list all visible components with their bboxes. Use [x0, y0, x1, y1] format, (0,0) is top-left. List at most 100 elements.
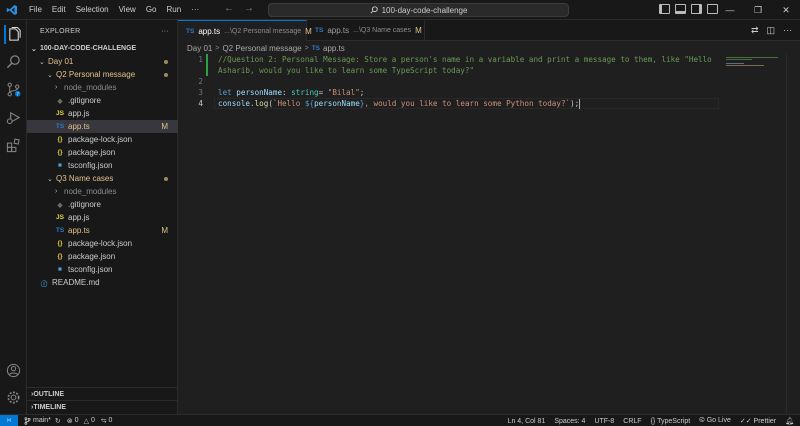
toggle-panel-icon[interactable]	[675, 4, 686, 14]
tree-file[interactable]: ■ tsconfig.json	[27, 263, 178, 276]
search-icon	[370, 6, 378, 14]
encoding[interactable]: UTF-8	[594, 418, 614, 425]
git-file-icon: ◆	[57, 201, 63, 209]
restore-icon[interactable]: ❐	[744, 0, 772, 20]
error-count: 0	[74, 417, 79, 424]
close-icon[interactable]: ✕	[772, 0, 800, 20]
split-editor-icon[interactable]: ◫	[766, 25, 775, 36]
tree-file[interactable]: {} package-lock.json	[27, 237, 178, 250]
tab-app-ts-q2[interactable]: TS app.ts ...\Q2 Personal message M	[178, 20, 312, 41]
menu-run[interactable]: Run	[161, 0, 186, 20]
tree-file[interactable]: JS app.js	[27, 211, 178, 224]
breadcrumb-folder[interactable]: Day 01	[187, 44, 212, 53]
tree-file[interactable]: ⓘ README.md	[27, 276, 178, 289]
menu-edit[interactable]: Edit	[47, 0, 71, 20]
timeline-section[interactable]: › TIMELINE	[27, 400, 178, 413]
notifications-bell-icon[interactable]: 🔔︎	[785, 417, 794, 425]
cursor-position[interactable]: Ln 4, Col 81	[508, 418, 546, 425]
go-live-button[interactable]: ⧀ Go Live	[699, 417, 731, 425]
tree-item-label: Q2 Personal message	[56, 70, 136, 79]
line-number: 4	[198, 99, 203, 108]
tree-file[interactable]: JS app.js	[27, 107, 178, 120]
compare-changes-icon[interactable]: ⇄	[751, 25, 759, 36]
template-string-token: `Hello	[272, 99, 305, 108]
tree-file[interactable]: TS app.ts M	[27, 120, 178, 133]
branch-icon	[24, 416, 31, 425]
tree-folder[interactable]: ⌄ Q3 Name cases	[27, 172, 178, 185]
explorer-header: EXPLORER ···	[27, 20, 177, 42]
breadcrumb-file[interactable]: app.ts	[323, 44, 345, 53]
line-ending[interactable]: CRLF	[623, 418, 641, 425]
tree-item-label: package.json	[68, 148, 116, 157]
modified-badge: M	[161, 122, 168, 131]
tab-app-ts-q3[interactable]: TS app.ts ...\Q3 Name cases M	[307, 20, 425, 41]
editor-scrollbar[interactable]	[786, 54, 800, 414]
tab-modified-badge: M	[415, 26, 422, 35]
prettier-status[interactable]: ✓✓ Prettier	[740, 417, 776, 425]
git-branch[interactable]: main*	[24, 416, 51, 425]
command-center-search[interactable]: 100-day-code-challenge	[268, 3, 569, 17]
ports-indicator[interactable]: ⥃ 0	[101, 417, 113, 425]
toggle-secondary-sidebar-icon[interactable]	[691, 4, 702, 14]
prettier-label: Prettier	[753, 418, 777, 425]
interpolation-variable-token: personName	[314, 99, 360, 108]
workspace-root[interactable]: ⌄ 100-DAY-CODE-CHALLENGE	[27, 42, 178, 55]
outline-section[interactable]: › OUTLINE	[27, 387, 178, 400]
explorer-more-icon[interactable]: ···	[161, 28, 169, 35]
tree-file[interactable]: ◆ .gitignore	[27, 198, 178, 211]
tree-item-label: Q3 Name cases	[56, 174, 114, 183]
tree-file[interactable]: ■ tsconfig.json	[27, 159, 178, 172]
tree-folder[interactable]: ⌄ Q2 Personal message	[27, 68, 178, 81]
tree-file[interactable]: TS app.ts M	[27, 224, 178, 237]
account-icon[interactable]	[4, 361, 23, 380]
problems-indicator[interactable]: ⊗ 0 △ 0	[67, 417, 95, 425]
menu-go[interactable]: Go	[141, 0, 162, 20]
more-actions-icon[interactable]: ···	[783, 25, 792, 36]
explorer-sidebar: EXPLORER ··· ⌄ 100-DAY-CODE-CHALLENGE ⌄ D…	[27, 20, 178, 414]
tree-item-label: package-lock.json	[68, 135, 133, 144]
tree-file[interactable]: {} package-lock.json	[27, 133, 178, 146]
tab-filename: app.ts	[198, 26, 221, 36]
minimap-line	[726, 63, 744, 64]
tree-file[interactable]: {} package.json	[27, 146, 178, 159]
language-mode[interactable]: {} TypeScript	[651, 418, 691, 425]
minimize-icon[interactable]: —	[716, 0, 744, 20]
tree-file[interactable]: {} package.json	[27, 250, 178, 263]
vscode-logo-icon	[0, 0, 24, 20]
chevron-down-icon: ⌄	[39, 58, 45, 66]
forward-arrow-icon[interactable]: →	[244, 3, 254, 14]
tree-folder[interactable]: ⌄ Day 01	[27, 55, 178, 68]
code-editor[interactable]: 1 2 3 4 //Question 2: Personal Message: …	[178, 54, 724, 414]
menu-view[interactable]: View	[114, 0, 141, 20]
menu-more[interactable]: ···	[186, 0, 204, 20]
tree-folder[interactable]: › node_modules	[27, 185, 178, 198]
extensions-icon[interactable]	[4, 136, 23, 155]
menu-selection[interactable]: Selection	[71, 0, 114, 20]
source-control-icon[interactable]: 7	[4, 80, 23, 99]
remote-indicator-icon[interactable]: ›‹	[0, 414, 18, 426]
minimap[interactable]	[724, 54, 786, 414]
go-live-label: Go Live	[706, 417, 731, 424]
explorer-icon[interactable]	[4, 25, 23, 44]
menu-file[interactable]: File	[24, 0, 47, 20]
indentation[interactable]: Spaces: 4	[554, 418, 585, 425]
breadcrumb-subfolder[interactable]: Q2 Personal message	[222, 44, 301, 53]
breadcrumb: Day 01 > Q2 Personal message > TS app.ts	[187, 42, 345, 54]
search-view-icon[interactable]	[4, 52, 23, 71]
toggle-sidebar-icon[interactable]	[659, 4, 670, 14]
nav-arrows: ← →	[224, 3, 254, 14]
json-file-icon: {}	[57, 240, 63, 247]
manage-gear-icon[interactable]	[4, 388, 23, 407]
back-arrow-icon[interactable]: ←	[224, 3, 234, 14]
tree-item-label: app.js	[68, 109, 90, 118]
tree-folder[interactable]: › node_modules	[27, 81, 178, 94]
modified-dot-icon	[164, 72, 168, 77]
tree-item-label: node_modules	[64, 83, 117, 92]
tree-item-label: tsconfig.json	[68, 265, 113, 274]
run-debug-icon[interactable]	[4, 108, 23, 127]
modified-dot-icon	[164, 59, 168, 64]
tab-description: ...\Q2 Personal message	[224, 27, 302, 35]
tree-file[interactable]: ◆ .gitignore	[27, 94, 178, 107]
typescript-file-icon: TS	[315, 27, 324, 34]
sync-icon[interactable]: ↻	[55, 417, 61, 425]
